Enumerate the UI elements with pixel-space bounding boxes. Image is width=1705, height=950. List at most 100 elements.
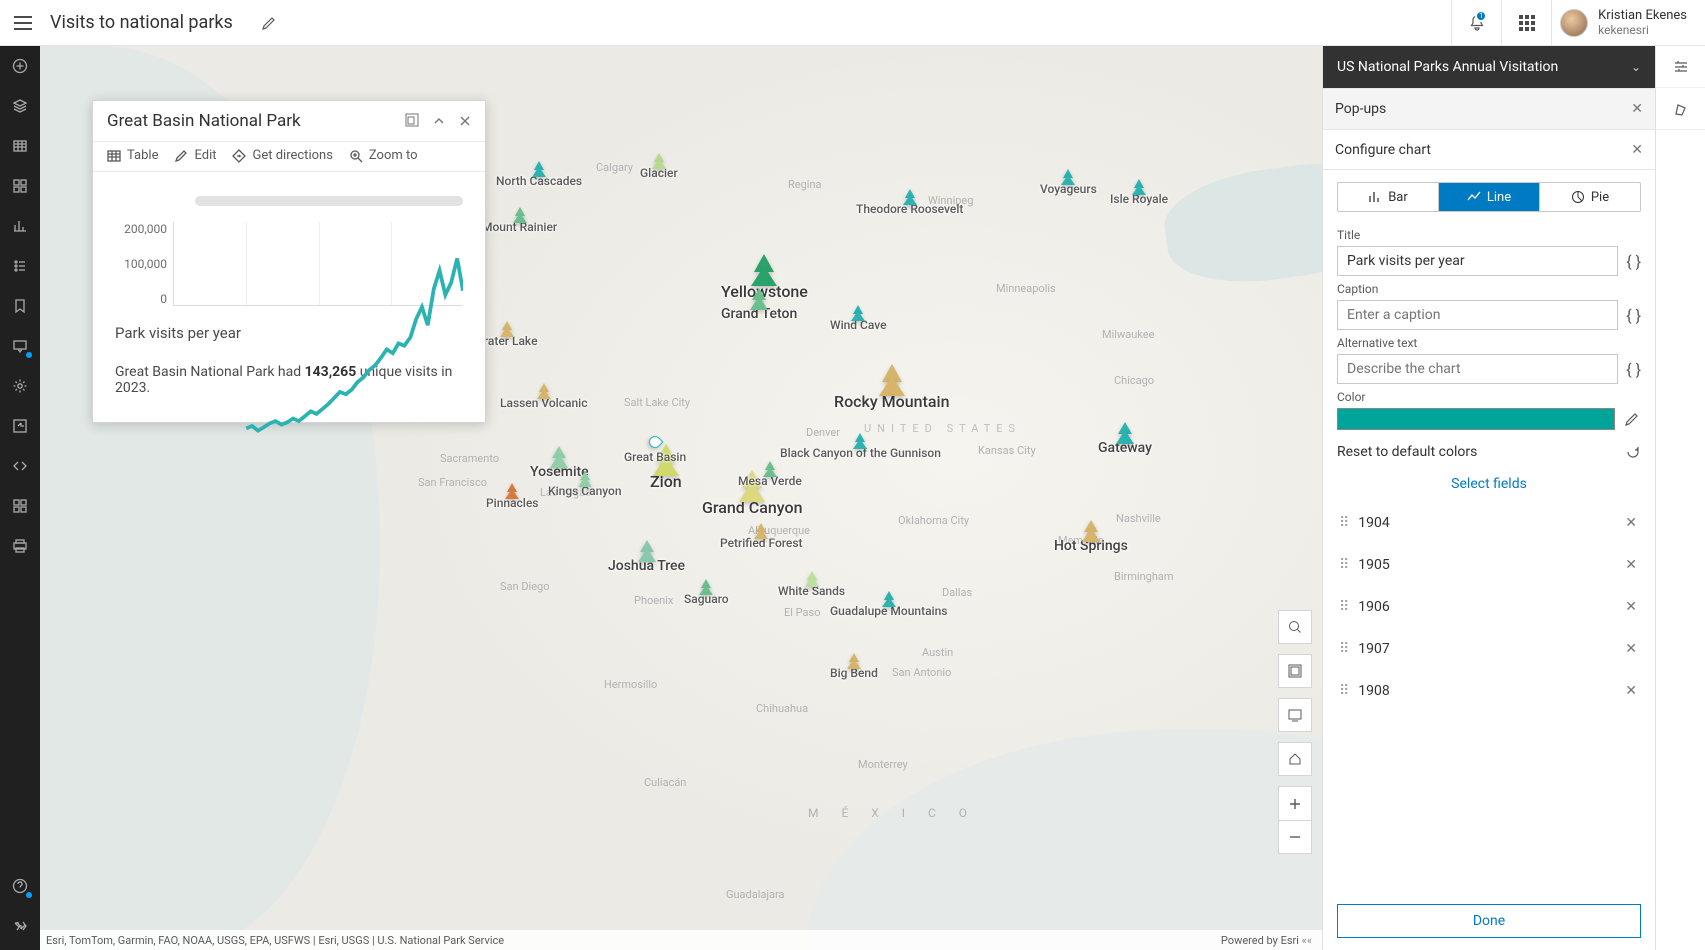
rail-popups[interactable] (0, 326, 40, 366)
expression-icon[interactable]: { } (1626, 306, 1641, 325)
rail-settings[interactable] (0, 366, 40, 406)
country-label: M É X I C O (808, 806, 977, 820)
basemap-toggle-button[interactable] (1278, 654, 1312, 688)
remove-field-icon[interactable]: ✕ (1621, 515, 1641, 531)
chart-alt-input[interactable] (1337, 354, 1618, 384)
field-item[interactable]: ⠿ 1904✕ (1337, 502, 1641, 544)
city-label: Albuquerque (748, 524, 810, 537)
zoom-in-button[interactable] (1278, 786, 1312, 820)
rail-add[interactable] (0, 46, 40, 86)
city-label: Culiacán (644, 776, 686, 789)
rail-bookmarks[interactable] (0, 286, 40, 326)
popup-directions-action[interactable]: Get directions (232, 148, 332, 163)
popup-edit-action[interactable]: Edit (174, 148, 216, 163)
city-label: El Paso (784, 606, 820, 619)
configure-chart-title: Configure chart (1335, 142, 1431, 158)
search-button[interactable] (1278, 610, 1312, 644)
rail-tables[interactable] (0, 126, 40, 166)
edit-title-icon[interactable] (261, 15, 277, 31)
home-button[interactable] (1278, 742, 1312, 776)
right-panels: US National Parks Annual Visitation ⌄ Po… (1322, 46, 1705, 950)
drag-handle-icon[interactable]: ⠿ (1339, 683, 1346, 699)
field-year: 1904 (1358, 515, 1621, 531)
popup-line-chart (173, 222, 463, 306)
feature-popup: Great Basin National Park Table Edit Get… (92, 100, 486, 423)
close-icon[interactable] (459, 112, 471, 131)
dock-icon[interactable] (405, 112, 419, 131)
rail-layers[interactable] (0, 86, 40, 126)
chevron-down-icon[interactable]: ⌄ (1631, 60, 1641, 74)
rail-apps[interactable] (0, 486, 40, 526)
chart-color-swatch[interactable] (1337, 408, 1615, 430)
drag-handle-icon[interactable]: ⠿ (1339, 557, 1346, 573)
city-label: Dallas (942, 586, 972, 599)
city-label: Hermosillo (604, 678, 657, 691)
rail-expand[interactable] (0, 906, 40, 946)
field-year: 1905 (1358, 557, 1621, 573)
chart-type-pie[interactable]: Pie (1540, 183, 1640, 211)
drag-handle-icon[interactable]: ⠿ (1339, 599, 1346, 615)
city-label: Milwaukee (1102, 328, 1154, 341)
city-label: Winnipeg (928, 194, 973, 207)
rail-charts[interactable] (0, 206, 40, 246)
reset-icon[interactable] (1625, 444, 1641, 460)
zoom-out-button[interactable] (1278, 820, 1312, 854)
rail-help[interactable] (0, 866, 40, 906)
properties-icon[interactable] (1656, 46, 1705, 88)
edit-color-icon[interactable] (1623, 411, 1641, 427)
avatar (1560, 9, 1588, 37)
user-name: Kristian Ekenes (1598, 8, 1687, 23)
remove-field-icon[interactable]: ✕ (1621, 641, 1641, 657)
chart-type-line[interactable]: Line (1439, 183, 1540, 211)
attribution-expand-icon[interactable]: «« (1302, 934, 1312, 947)
user-menu[interactable]: Kristian Ekenes kekenesri (1551, 0, 1705, 46)
select-fields-link[interactable]: Select fields (1337, 476, 1641, 492)
app-switcher-button[interactable] (1501, 0, 1551, 46)
map-canvas[interactable]: Calgary Regina Winnipeg Salt Lake City D… (40, 46, 1705, 950)
city-label: Monterrey (858, 758, 908, 771)
close-icon[interactable]: ✕ (1631, 142, 1643, 158)
rail-print[interactable] (0, 526, 40, 566)
city-label: Denver (806, 426, 840, 439)
apps-grid-icon (1519, 15, 1535, 31)
popups-panel-title: Pop-ups (1335, 101, 1386, 117)
city-label: Calgary (596, 161, 633, 174)
rail-share[interactable] (0, 406, 40, 446)
rail-developer[interactable] (0, 446, 40, 486)
field-item[interactable]: ⠿ 1905✕ (1337, 544, 1641, 586)
remove-field-icon[interactable]: ✕ (1621, 683, 1641, 699)
collapse-icon[interactable] (433, 112, 445, 131)
chart-title-input[interactable] (1337, 246, 1618, 276)
drag-handle-icon[interactable]: ⠿ (1339, 515, 1346, 531)
close-icon[interactable]: ✕ (1631, 101, 1643, 117)
done-button[interactable]: Done (1337, 904, 1641, 938)
rail-basemap[interactable] (0, 166, 40, 206)
chart-type-bar[interactable]: Bar (1338, 183, 1439, 211)
layer-header[interactable]: US National Parks Annual Visitation ⌄ (1323, 46, 1655, 88)
popup-table-action[interactable]: Table (107, 148, 158, 163)
drag-handle-icon[interactable]: ⠿ (1339, 641, 1346, 657)
city-label: Chicago (1114, 374, 1154, 387)
geometry-icon[interactable] (1656, 88, 1705, 130)
top-header: Visits to national parks 1 Kristian Eken… (0, 0, 1705, 46)
remove-field-icon[interactable]: ✕ (1621, 557, 1641, 573)
city-label: Regina (788, 178, 822, 191)
field-item[interactable]: ⠿1907✕ (1337, 628, 1641, 670)
fullscreen-button[interactable] (1278, 698, 1312, 732)
chart-caption-input[interactable] (1337, 300, 1618, 330)
notifications-button[interactable]: 1 (1451, 0, 1501, 46)
rail-legend[interactable] (0, 246, 40, 286)
field-item[interactable]: ⠿1908✕ (1337, 670, 1641, 712)
expression-icon[interactable]: { } (1626, 252, 1641, 271)
field-item[interactable]: ⠿1906✕ (1337, 586, 1641, 628)
right-icon-rail (1655, 46, 1705, 950)
chart-type-segment: Bar Line Pie (1337, 182, 1641, 212)
popup-title: Great Basin National Park (107, 111, 301, 131)
chart-scrollbar[interactable] (195, 196, 463, 206)
remove-field-icon[interactable]: ✕ (1621, 599, 1641, 615)
map-title: Visits to national parks (50, 12, 233, 33)
city-label: San Francisco (418, 476, 487, 489)
popup-zoom-action[interactable]: Zoom to (349, 148, 418, 163)
expression-icon[interactable]: { } (1626, 360, 1641, 379)
menu-button[interactable] (14, 16, 32, 30)
